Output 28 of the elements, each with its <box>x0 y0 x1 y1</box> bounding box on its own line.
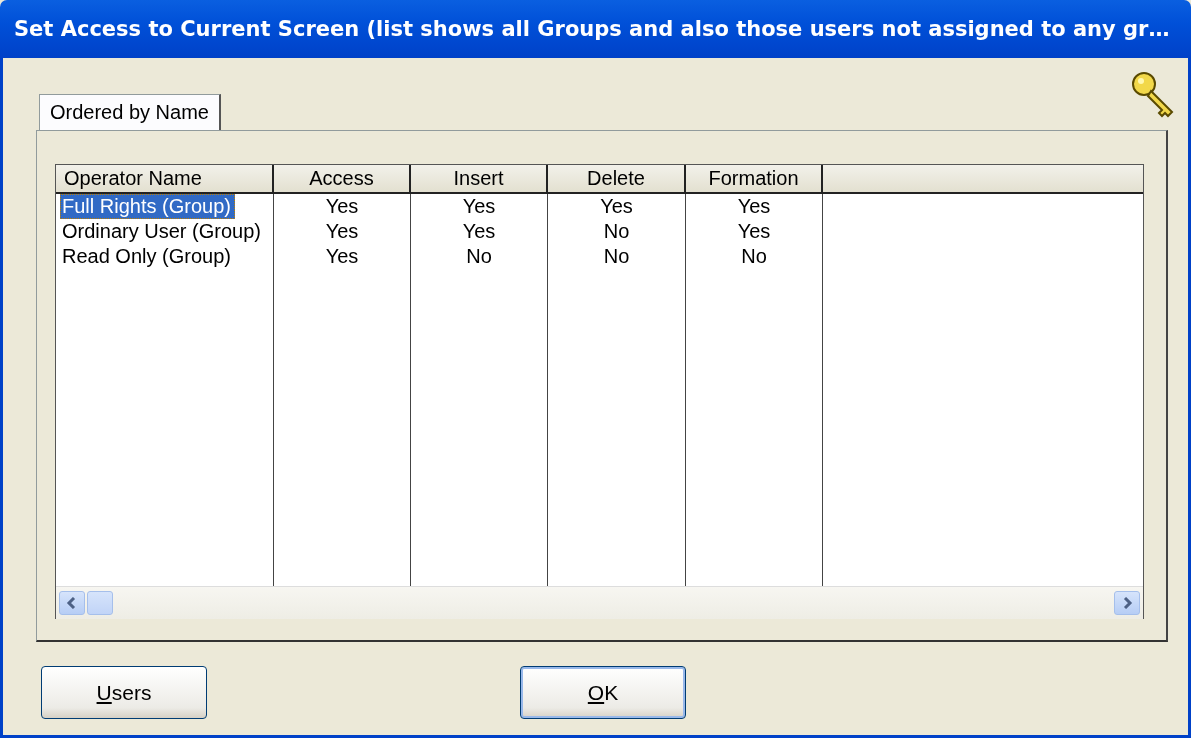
table-cell-text: Yes <box>324 194 360 219</box>
table-cell-text: Yes <box>736 219 772 244</box>
scroll-left-button[interactable] <box>59 591 85 615</box>
window-title: Set Access to Current Screen (list shows all Groups and also those users not assigned to any gr… <box>14 17 1170 41</box>
table-cell-text: Yes <box>461 194 497 219</box>
users-button[interactable]: Users <box>41 666 207 719</box>
ok-button[interactable]: OK <box>520 666 686 719</box>
table-cell-text: Yes <box>599 194 634 219</box>
table-cell-text: No <box>602 244 631 269</box>
table-cell-text: No <box>602 219 631 244</box>
column-header[interactable]: Operator Name <box>56 165 274 192</box>
scroll-thumb[interactable] <box>87 591 113 615</box>
horizontal-scrollbar[interactable] <box>56 586 1143 619</box>
column-header[interactable]: Delete <box>548 165 686 192</box>
list-item[interactable]: Full Rights (Group) <box>60 194 235 219</box>
table-cell-text: Yes <box>324 219 360 244</box>
column-header[interactable]: Access <box>274 165 411 192</box>
table-cell-text: No <box>740 244 768 269</box>
column-header[interactable]: Insert <box>411 165 548 192</box>
table-cell-text: Yes <box>736 194 772 219</box>
column-header[interactable]: Formation <box>686 165 823 192</box>
list-item[interactable]: Ordinary User (Group) <box>56 219 273 244</box>
table-cell-text: Yes <box>324 244 360 269</box>
table-cell-text: Yes <box>461 219 497 244</box>
scroll-right-button[interactable] <box>1114 591 1140 615</box>
tab[interactable]: Ordered by Name <box>39 94 221 130</box>
list-item[interactable]: Read Only (Group) <box>56 244 273 269</box>
table-cell-text: No <box>465 244 493 269</box>
